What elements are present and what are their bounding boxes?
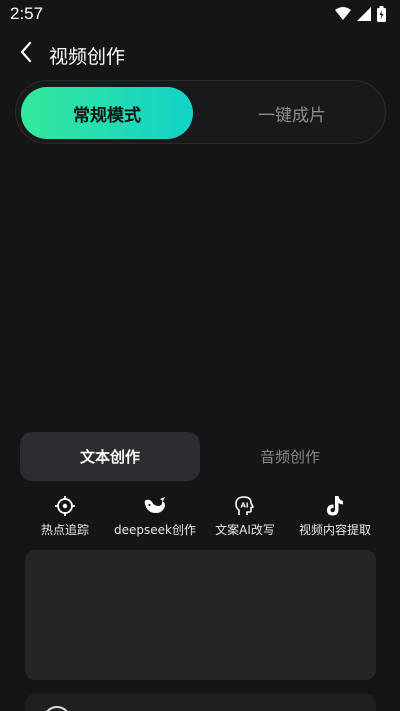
tool-deepseek[interactable]: deepseek创作 — [110, 494, 200, 540]
tiktok-icon — [323, 494, 347, 518]
mode-switch: 常规模式 一键成片 — [15, 80, 386, 144]
status-bar: 2:57 — [0, 0, 400, 28]
bottom-panel — [25, 694, 376, 711]
tool-label: 文案AI改写 — [215, 523, 275, 537]
crosshair-icon — [53, 494, 77, 518]
creation-tabs: 文本创作 音频创作 — [20, 432, 380, 482]
tool-label: deepseek创作 — [114, 523, 196, 537]
mode-tab-normal[interactable]: 常规模式 — [21, 87, 193, 139]
chevron-left-icon — [19, 41, 33, 67]
tool-ai-rewrite[interactable]: AI 文案AI改写 — [200, 494, 290, 540]
mode-tab-one-click[interactable]: 一键成片 — [206, 87, 378, 139]
tool-hot-tracking[interactable]: 热点追踪 — [20, 494, 110, 540]
tools-row: 热点追踪 deepseek创作 AI 文案AI改写 视频内容提取 — [20, 494, 380, 540]
signal-icon — [357, 7, 371, 21]
status-time: 2:57 — [10, 4, 44, 23]
tab-text-creation[interactable]: 文本创作 — [20, 432, 200, 481]
tool-label: 视频内容提取 — [298, 523, 371, 537]
circle-icon[interactable] — [43, 706, 71, 711]
status-icons — [335, 6, 386, 22]
tool-label: 热点追踪 — [40, 523, 89, 537]
wifi-icon — [335, 7, 351, 21]
header: 视频创作 — [0, 36, 400, 72]
screen: 2:57 视频创作 常规模式 一键成片 文本创作 音频创作 热点追踪 deeps… — [0, 0, 400, 711]
whale-icon — [143, 494, 167, 518]
back-button[interactable] — [12, 40, 40, 68]
ai-head-icon: AI — [233, 494, 257, 518]
svg-text:AI: AI — [241, 502, 249, 510]
tab-audio-creation[interactable]: 音频创作 — [200, 432, 380, 481]
tool-video-extract[interactable]: 视频内容提取 — [290, 494, 380, 540]
text-input-area[interactable] — [25, 550, 376, 680]
page-title: 视频创作 — [49, 46, 126, 68]
battery-icon — [377, 6, 386, 22]
